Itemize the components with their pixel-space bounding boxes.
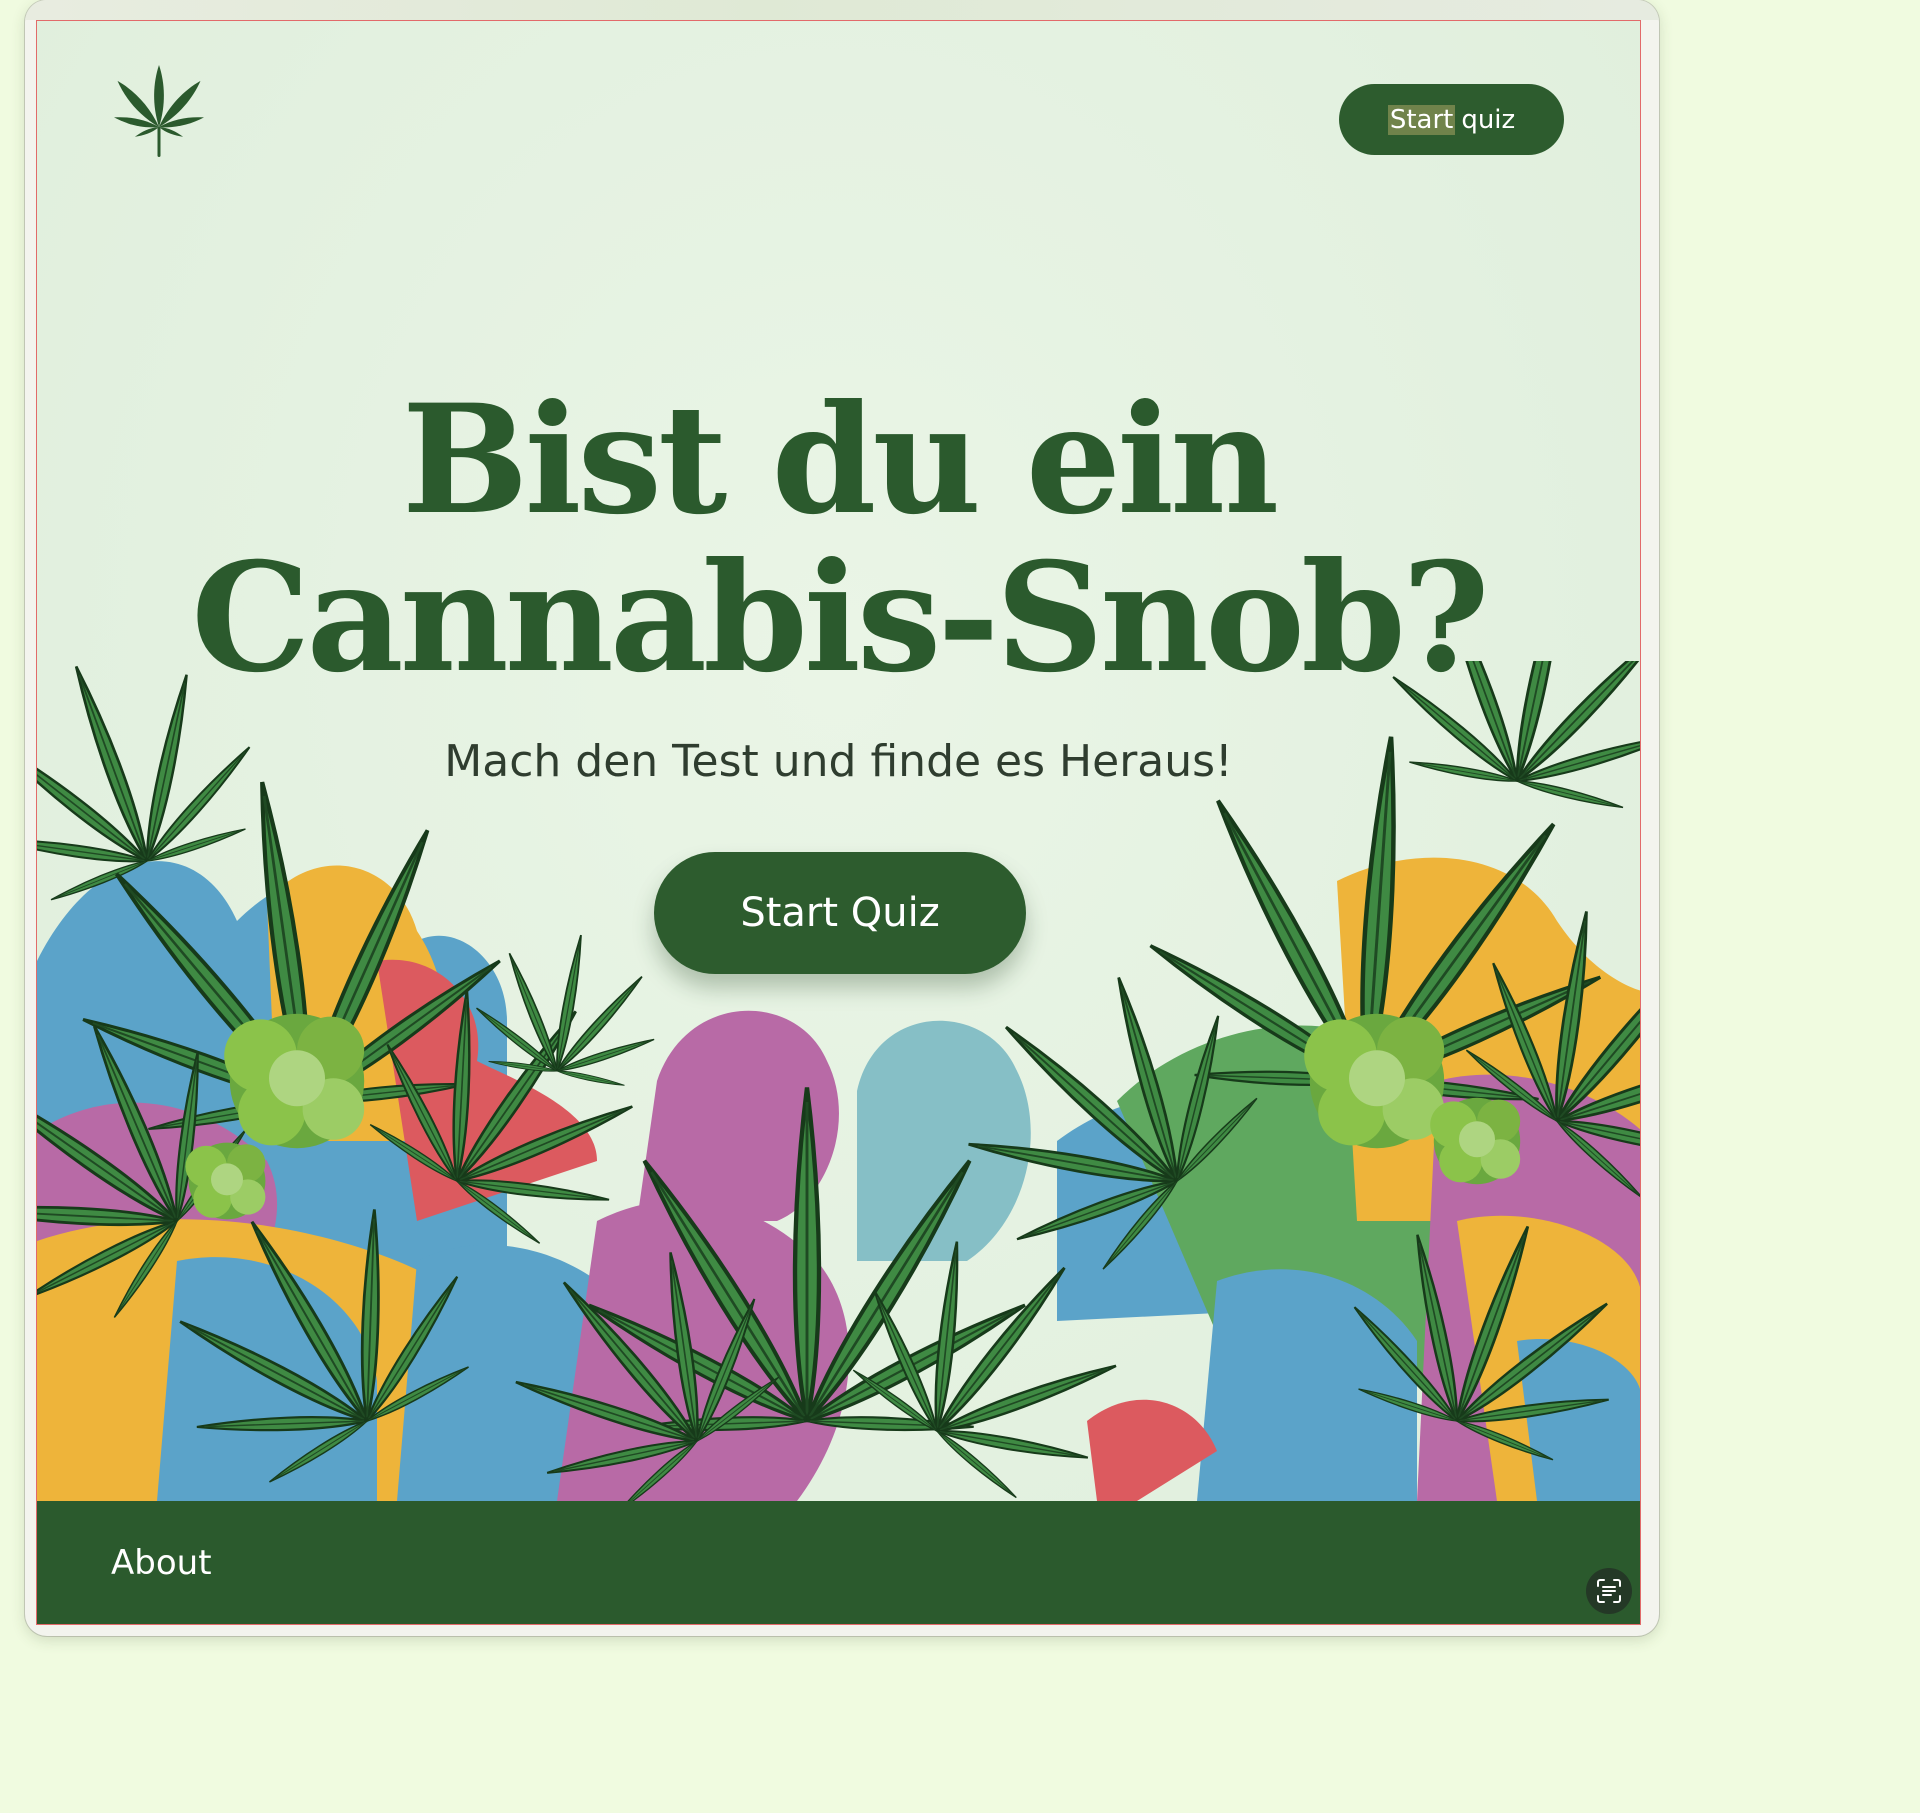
cannabis-leaf-icon[interactable] — [109, 65, 209, 165]
hero-title-line-2: Cannabis-Snob? — [191, 530, 1490, 706]
text-scan-icon[interactable] — [1586, 1568, 1632, 1614]
start-quiz-nav-label: quiz — [1461, 104, 1516, 135]
start-quiz-nav-button[interactable]: Start quiz — [1339, 84, 1564, 155]
window-top-bar — [25, 0, 1659, 20]
hero-title-line-1: Bist du ein — [401, 372, 1279, 548]
hero-subtitle: Mach den Test und finde es Heraus! — [444, 736, 1233, 787]
landing-page: Start quiz Bist du ein Cannabis-Snob? Ma… — [36, 20, 1641, 1625]
start-quiz-button-label: Start Quiz — [740, 890, 940, 936]
browser-window: Start quiz Bist du ein Cannabis-Snob? Ma… — [25, 0, 1659, 1636]
hero-title: Bist du ein Cannabis-Snob? — [37, 381, 1640, 697]
footer: About — [37, 1501, 1640, 1624]
start-quiz-nav-highlight: Start — [1387, 104, 1456, 135]
about-link[interactable]: About — [111, 1543, 212, 1583]
cannabis-illustration — [37, 661, 1640, 1501]
text-scan-glyph — [1597, 1579, 1621, 1603]
start-quiz-button[interactable]: Start Quiz — [654, 852, 1026, 974]
